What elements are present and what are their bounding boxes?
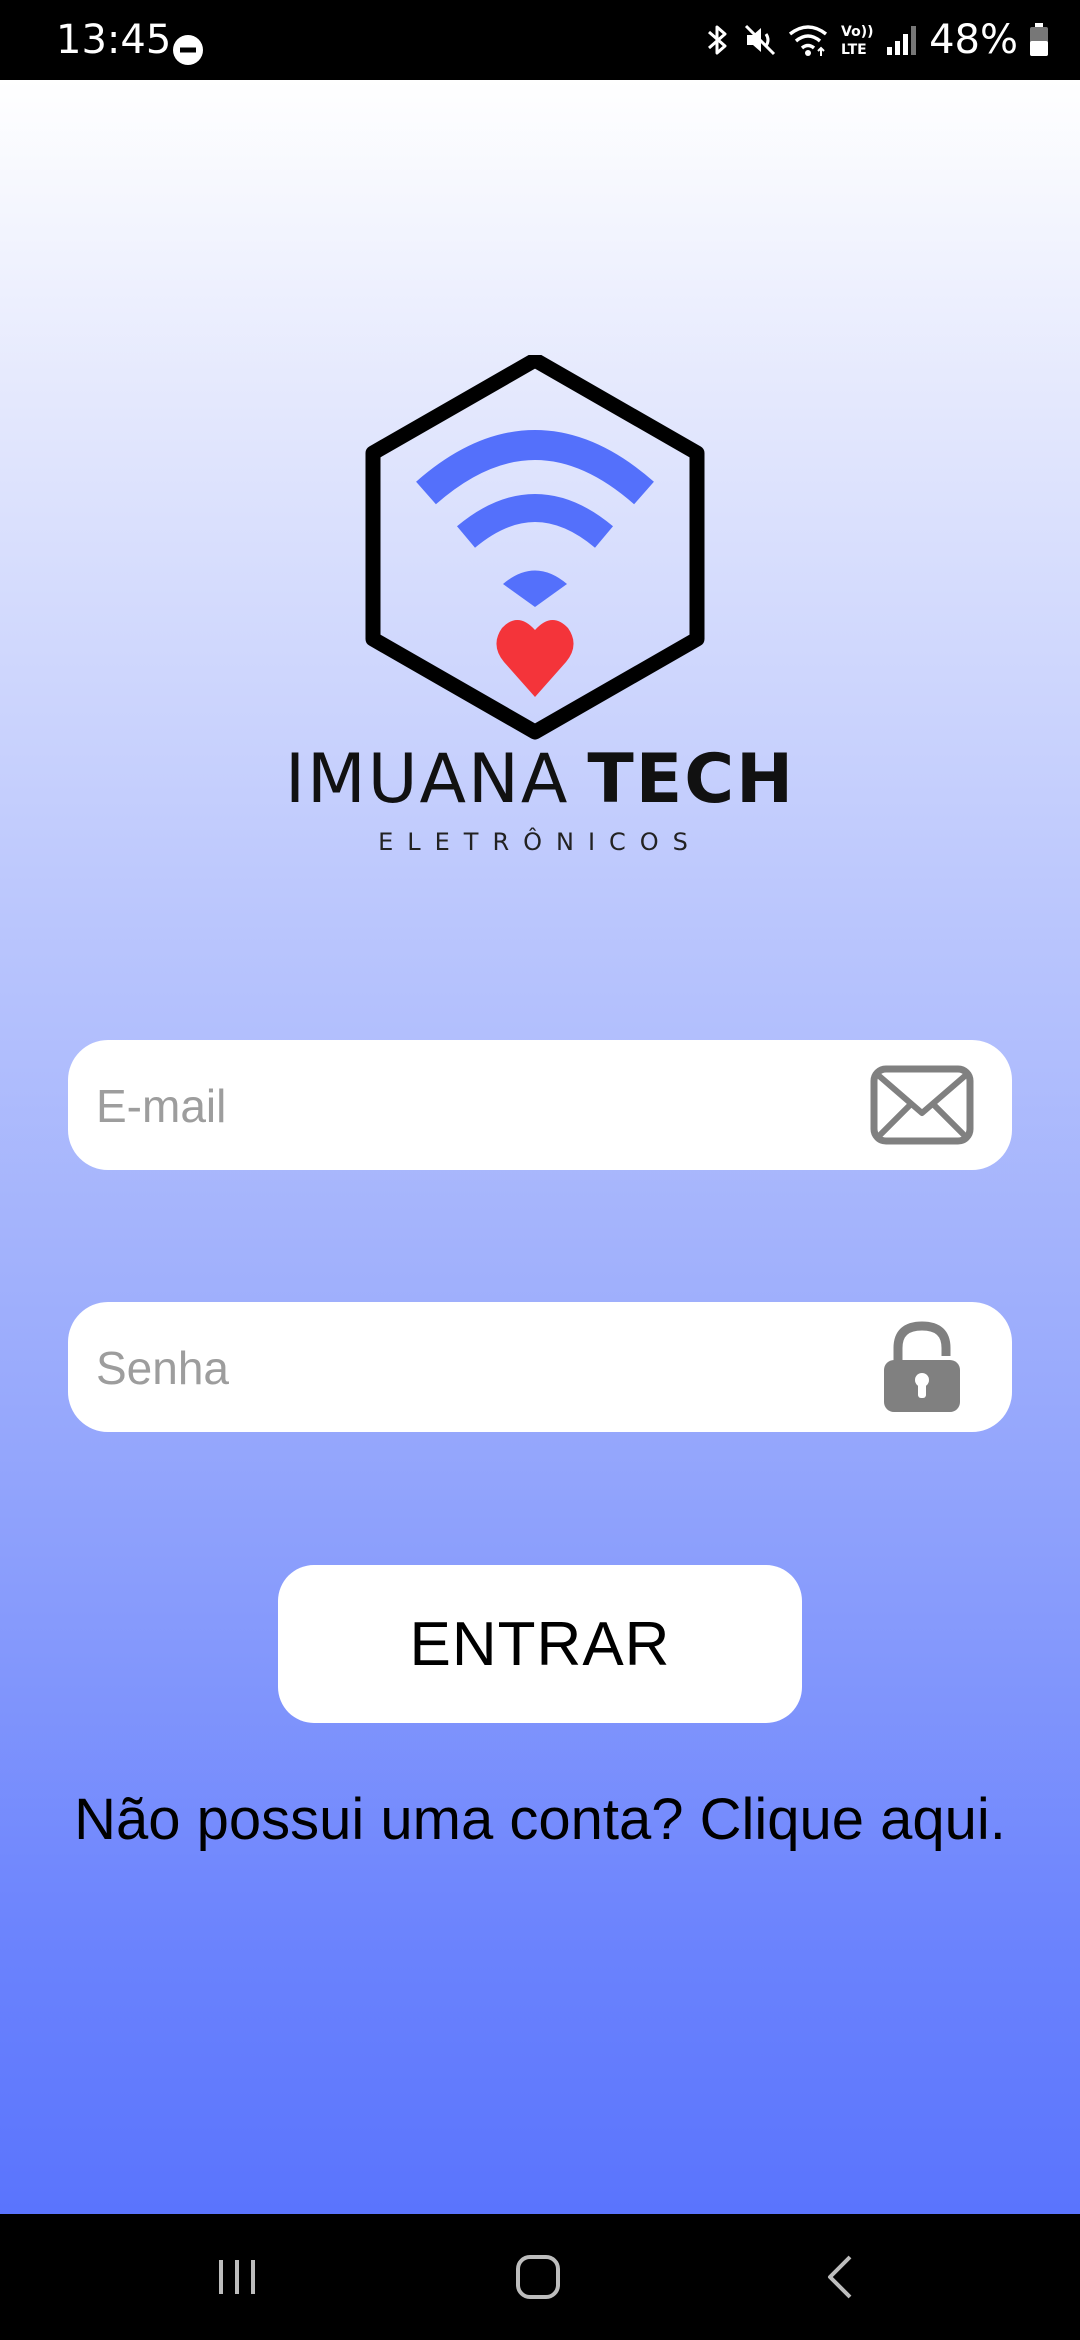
signal-icon [887,26,917,55]
svg-text:Vo)): Vo)) [841,24,873,40]
login-screen: 13:45 Vo)) LTE 48% IMUANA TECH ELETRÔNIC… [0,0,1080,2340]
hexagon-logo-icon [365,352,705,740]
email-field[interactable] [68,1040,1012,1172]
login-button[interactable]: ENTRAR [278,1565,802,1723]
volte-icon: Vo)) LTE [841,24,873,58]
home-icon[interactable] [508,2247,568,2307]
brand-name: IMUANA TECH [0,740,1080,820]
status-bar: 13:45 Vo)) LTE 48% [0,0,1080,80]
brand-logo [360,352,720,775]
lock-icon [884,1321,960,1412]
navigation-bar [0,2214,1080,2340]
back-icon[interactable] [812,2247,872,2307]
status-time: 13:45 [56,17,172,63]
brand-name-bold: TECH [587,740,796,819]
battery-percentage: 48% [929,17,1018,63]
brand-name-light: IMUANA [284,740,570,819]
svg-text:LTE: LTE [841,42,867,58]
brand-tagline: ELETRÔNICOS [378,828,702,856]
battery-icon [1030,23,1048,56]
mute-icon [745,24,776,56]
bluetooth-icon [708,25,727,55]
recents-icon[interactable] [207,2247,267,2307]
password-field[interactable] [68,1302,1012,1434]
do-not-disturb-icon [173,35,203,65]
password-input[interactable] [94,1302,898,1434]
envelope-icon [870,1065,974,1145]
wifi-icon [789,25,828,56]
email-input[interactable] [94,1040,898,1172]
login-content: IMUANATECH ELETRÔNICOS ENTRAR Não possu [0,80,1080,2214]
signup-link[interactable]: Não possui uma conta? Clique aqui. [0,1785,1080,1855]
status-icons: Vo)) LTE 48% [703,18,1050,62]
